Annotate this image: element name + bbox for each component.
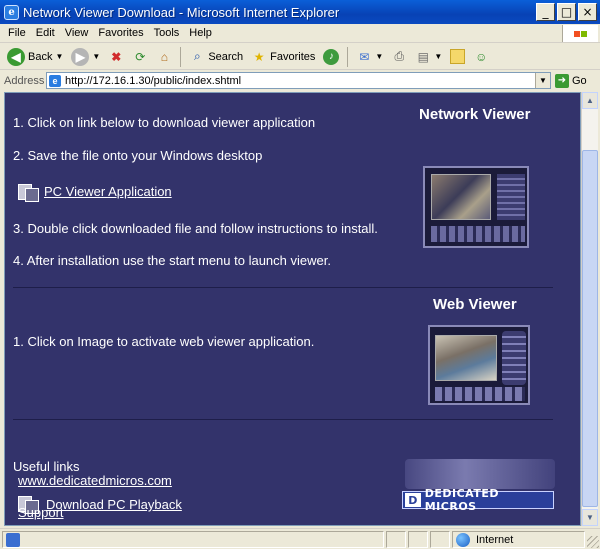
resize-grip-icon[interactable] xyxy=(587,536,599,548)
page-done-icon xyxy=(6,532,20,547)
media-button[interactable]: ♪ xyxy=(320,46,342,68)
folder-icon xyxy=(450,49,466,64)
nv-step-1: 1. Click on link below to download viewe… xyxy=(13,115,316,130)
search-label: Search xyxy=(208,50,244,63)
stop-button[interactable]: ✖ xyxy=(105,46,127,68)
wv-step-1: 1. Click on Image to activate web viewer… xyxy=(13,334,315,349)
section-divider xyxy=(13,419,553,420)
menu-favorites[interactable]: Favorites xyxy=(94,27,149,39)
globe-icon xyxy=(456,532,470,547)
useful-links-heading: Useful links xyxy=(13,459,80,474)
chevron-down-icon[interactable]: ▼ xyxy=(92,52,100,61)
window-title: Network Viewer Download - Microsoft Inte… xyxy=(23,4,340,20)
scroll-thumb[interactable] xyxy=(582,150,598,507)
scroll-up-button[interactable]: ▲ xyxy=(582,92,598,109)
support-link[interactable]: Support xyxy=(18,505,64,520)
zone-label: Internet xyxy=(476,533,514,546)
address-bar: Address e http://172.16.1.30/public/inde… xyxy=(0,71,600,90)
chevron-down-icon[interactable]: ▼ xyxy=(375,52,383,61)
nv-step-4: 4. After installation use the start menu… xyxy=(13,253,331,268)
title-bar: e Network Viewer Download - Microsoft In… xyxy=(0,0,600,24)
print-button[interactable]: ⎙ xyxy=(388,46,410,68)
nv-step-2: 2. Save the file onto your Windows deskt… xyxy=(13,148,263,163)
star-icon: ★ xyxy=(253,49,265,64)
back-label: Back xyxy=(28,50,53,63)
go-arrow-icon: ➜ xyxy=(555,73,569,88)
status-pane xyxy=(386,531,406,548)
dedicated-micros-logo[interactable]: D DEDICATED MICROS xyxy=(402,487,554,513)
page-icon: e xyxy=(49,74,61,87)
discuss-button[interactable] xyxy=(447,46,468,68)
go-label: Go xyxy=(572,74,587,87)
messenger-button[interactable]: ☺ xyxy=(470,46,492,68)
page-content: 1. Click on link below to download viewe… xyxy=(4,92,581,526)
printer-icon: ⎙ xyxy=(394,49,405,63)
refresh-button[interactable]: ⟳ xyxy=(129,46,151,68)
logo-mark: D xyxy=(405,493,421,507)
home-icon: ⌂ xyxy=(160,49,168,64)
dedicated-micros-link[interactable]: www.dedicatedmicros.com xyxy=(18,473,172,488)
menu-help[interactable]: Help xyxy=(185,27,218,39)
maximize-button[interactable]: □ xyxy=(557,3,576,21)
web-viewer-image-link[interactable] xyxy=(428,325,530,405)
favorites-label: Favorites xyxy=(270,50,316,63)
close-button[interactable]: × xyxy=(578,3,597,21)
media-icon: ♪ xyxy=(323,48,340,65)
mail-button[interactable]: ✉ ▼ xyxy=(353,46,386,68)
favorites-button[interactable]: ★ Favorites xyxy=(248,46,318,68)
status-pane xyxy=(408,531,428,548)
windows-logo-icon xyxy=(562,25,598,42)
edit-button[interactable]: ▤ ▼ xyxy=(412,46,445,68)
logo-text: DEDICATED MICROS xyxy=(424,487,499,513)
toolbar-divider xyxy=(347,46,349,67)
chevron-down-icon[interactable]: ▼ xyxy=(535,73,550,88)
forward-button[interactable]: ▶ ▼ xyxy=(68,46,103,68)
back-arrow-icon: ◀ xyxy=(7,47,25,66)
forward-arrow-icon: ▶ xyxy=(71,47,90,66)
vertical-scrollbar[interactable]: ▲ ▼ xyxy=(581,92,598,526)
address-label: Address xyxy=(4,74,45,87)
status-bar: Internet xyxy=(0,528,600,549)
scroll-down-button[interactable]: ▼ xyxy=(582,509,598,526)
messenger-icon: ☺ xyxy=(475,49,488,64)
home-button[interactable]: ⌂ xyxy=(153,46,175,68)
pc-viewer-download-link[interactable]: PC Viewer Application xyxy=(44,184,172,199)
menu-edit[interactable]: Edit xyxy=(32,27,61,39)
window-controls: _ □ × xyxy=(536,3,597,21)
address-input[interactable]: e http://172.16.1.30/public/index.shtml … xyxy=(46,72,551,89)
go-button[interactable]: ➜ Go xyxy=(555,72,587,89)
chevron-down-icon[interactable]: ▼ xyxy=(434,52,442,61)
status-pane xyxy=(430,531,450,548)
mail-icon: ✉ xyxy=(359,49,370,64)
search-button[interactable]: ⌕ Search xyxy=(186,46,246,68)
refresh-icon: ⟳ xyxy=(135,49,146,64)
status-text-pane xyxy=(2,531,384,548)
download-icon[interactable] xyxy=(18,182,40,202)
minimize-button[interactable]: _ xyxy=(536,3,555,21)
menu-tools[interactable]: Tools xyxy=(150,27,186,39)
menu-view[interactable]: View xyxy=(61,27,95,39)
back-button[interactable]: ◀ Back ▼ xyxy=(4,46,66,68)
toolbar: ◀ Back ▼ ▶ ▼ ✖ ⟳ ⌂ ⌕ Search ★ Favorites … xyxy=(0,44,600,70)
toolbar-divider xyxy=(180,46,182,67)
menu-bar: File Edit View Favorites Tools Help xyxy=(0,24,600,43)
web-viewer-heading: Web Viewer xyxy=(433,296,517,313)
nv-step-3: 3. Double click downloaded file and foll… xyxy=(13,221,378,236)
edit-page-icon: ▤ xyxy=(417,49,430,64)
zone-pane: Internet xyxy=(452,531,585,548)
ie-icon: e xyxy=(4,4,19,20)
menu-file[interactable]: File xyxy=(4,27,32,39)
search-icon: ⌕ xyxy=(193,49,201,63)
section-divider xyxy=(13,287,553,288)
network-viewer-screenshot xyxy=(423,166,529,248)
pc-playback-download-link[interactable]: Download PC Playback xyxy=(46,497,182,512)
chevron-down-icon[interactable]: ▼ xyxy=(55,52,63,61)
stop-icon: ✖ xyxy=(111,49,122,64)
network-viewer-heading: Network Viewer xyxy=(419,106,531,123)
dedicated-micros-banner xyxy=(405,459,555,489)
address-url[interactable]: http://172.16.1.30/public/index.shtml xyxy=(65,75,241,87)
